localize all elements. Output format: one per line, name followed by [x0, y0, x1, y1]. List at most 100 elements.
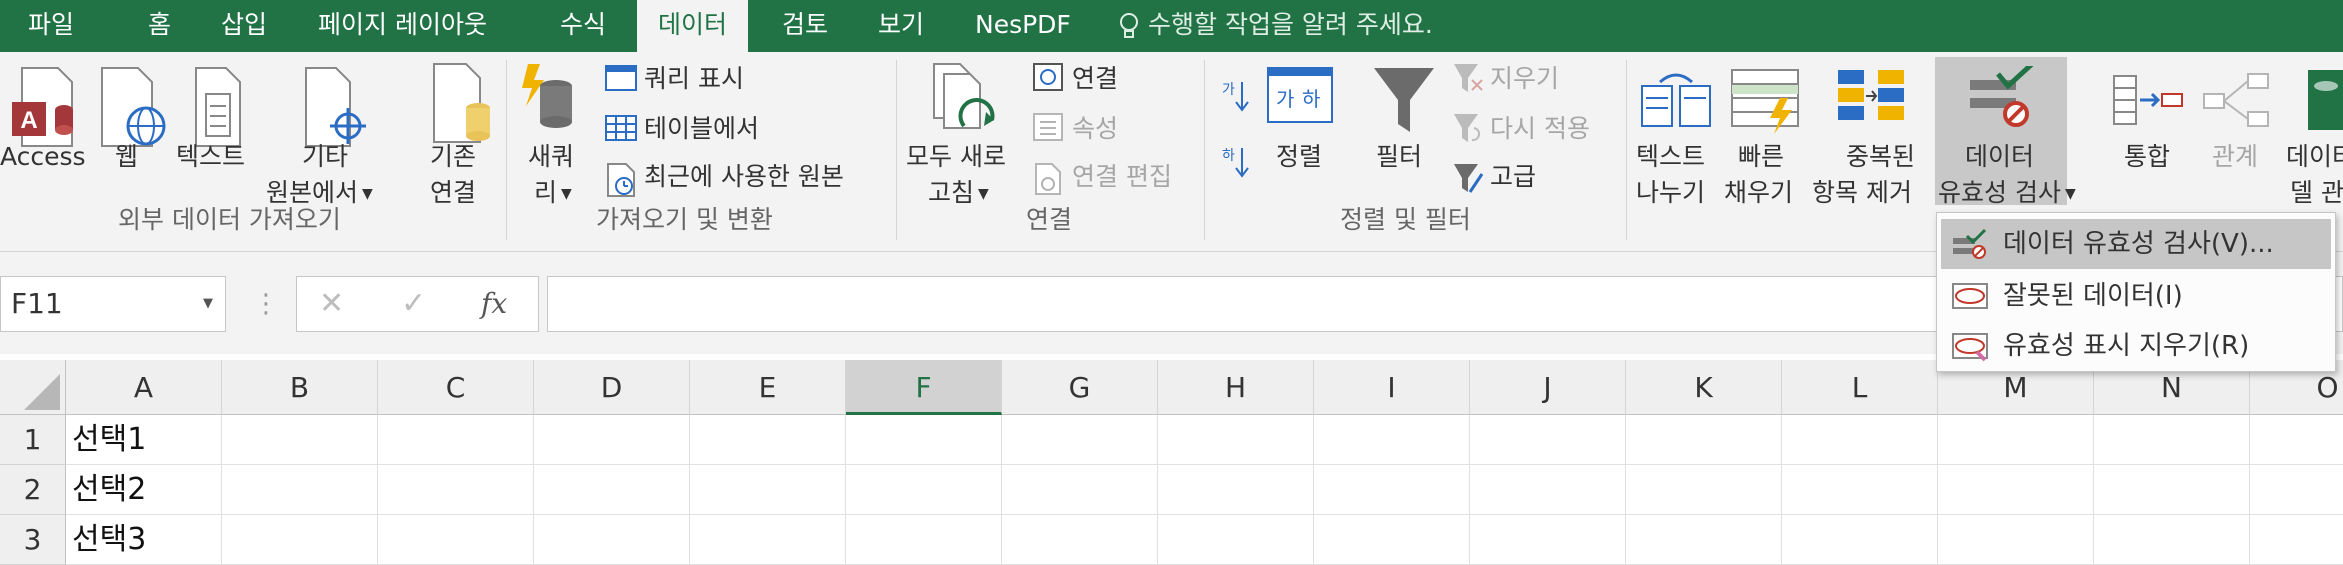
recent-sources-icon [607, 163, 635, 197]
flash-fill-label-2[interactable]: 채우기 [1724, 176, 1793, 209]
column-header-j[interactable]: J [1470, 360, 1626, 415]
column-header-g[interactable]: G [1002, 360, 1158, 415]
row-header-2[interactable]: 2 [0, 465, 66, 515]
menu-item-clear-validation-circles[interactable]: 유효성 표시 지우기(R) [1941, 321, 2331, 371]
column-header-h[interactable]: H [1158, 360, 1314, 415]
text-button[interactable]: 텍스트 [176, 140, 245, 173]
gridline-vertical [1781, 415, 1782, 565]
recent-sources-button[interactable]: 최근에 사용한 원본 [644, 160, 844, 193]
chevron-down-icon[interactable]: ▼ [203, 277, 213, 331]
web-button[interactable]: 웹 [115, 140, 138, 173]
tab-review[interactable]: 검토 [782, 0, 828, 52]
data-validation-label-1[interactable]: 데이터 [1965, 140, 2034, 173]
caret-down-icon: ▼ [561, 185, 572, 202]
reapply-icon [1454, 114, 1481, 142]
column-header-e[interactable]: E [690, 360, 846, 415]
gridline-vertical [2093, 415, 2094, 565]
from-table-icon [605, 115, 637, 141]
reapply-button[interactable]: 다시 적용 [1490, 112, 1590, 145]
column-header-c[interactable]: C [378, 360, 534, 415]
flash-fill-label-1[interactable]: 빠른 [1738, 140, 1784, 173]
refresh-all-label-1[interactable]: 모두 새로 [906, 140, 1006, 173]
group-connections: 연결 [1026, 205, 1073, 234]
existing-connections-label-1[interactable]: 기존 [430, 140, 476, 173]
new-query-label-2: 리 [534, 178, 558, 207]
tab-file[interactable]: 파일 [28, 0, 74, 52]
connections-button[interactable]: 연결 [1072, 62, 1118, 95]
refresh-all-icon [933, 63, 995, 129]
remove-duplicates-label-2[interactable]: 항목 제거 [1812, 176, 1912, 209]
cell-a2[interactable]: 선택2 [72, 465, 146, 515]
name-box[interactable]: F11 ▼ [0, 276, 226, 332]
new-query-label-1[interactable]: 새쿼 [528, 140, 574, 173]
clear-filter-button[interactable]: 지우기 [1490, 62, 1559, 95]
svg-text:하: 하 [1302, 87, 1320, 111]
group-divider [1626, 60, 1627, 240]
menu-item-label: 잘못된 데이터(I) [2003, 281, 2183, 311]
menu-item-data-validation[interactable]: 데이터 유효성 검사(V)... [1941, 219, 2331, 269]
vertical-dots-icon[interactable]: ⋮ [253, 276, 279, 332]
tab-formulas[interactable]: 수식 [560, 0, 606, 52]
consolidate-button[interactable]: 통합 [2124, 140, 2170, 173]
show-queries-icon [605, 65, 637, 91]
enter-check-icon[interactable]: ✓ [401, 277, 426, 331]
tab-insert[interactable]: 삽입 [221, 0, 267, 52]
tab-page-layout[interactable]: 페이지 레이아웃 [318, 0, 487, 52]
tab-view[interactable]: 보기 [878, 0, 924, 52]
column-header-f[interactable]: F [846, 360, 1002, 415]
data-model-label-1[interactable]: 데이터 [2286, 140, 2343, 173]
filter-button[interactable]: 필터 [1376, 140, 1422, 173]
gridline-vertical [1157, 415, 1158, 565]
sort-button[interactable]: 정렬 [1276, 140, 1322, 173]
group-get-external-data: 외부 데이터 가져오기 [118, 205, 341, 234]
tab-data[interactable]: 데이터 [637, 0, 749, 52]
connections-icon [1033, 63, 1063, 91]
remove-duplicates-label-1[interactable]: 중복된 [1846, 140, 1915, 173]
group-divider [896, 60, 897, 240]
advanced-filter-button[interactable]: 고급 [1490, 160, 1536, 193]
menu-item-circle-invalid-data[interactable]: 잘못된 데이터(I) [1941, 271, 2331, 321]
other-sources-label-1[interactable]: 기타 [302, 140, 348, 173]
text-to-columns-label-2[interactable]: 나누기 [1636, 176, 1705, 209]
data-validation-label-2: 유효성 검사 [1938, 178, 2061, 207]
select-all-corner[interactable] [0, 360, 66, 415]
data-model-label-2[interactable]: 델 관 [2290, 176, 2343, 209]
column-header-l[interactable]: L [1782, 360, 1938, 415]
column-header-a[interactable]: A [66, 360, 222, 415]
data-validation-button[interactable]: 유효성 검사 ▼ [1938, 176, 2076, 211]
new-query-icon [522, 64, 572, 128]
edit-links-icon [1035, 163, 1061, 195]
data-validation-icon [1970, 66, 2034, 127]
column-header-i[interactable]: I [1314, 360, 1470, 415]
tab-nespdf[interactable]: NesPDF [975, 0, 1071, 52]
show-queries-button[interactable]: 쿼리 표시 [644, 62, 744, 95]
svg-text:가: 가 [1276, 87, 1294, 111]
existing-connections-label-2[interactable]: 연결 [430, 176, 476, 209]
gridline-vertical [1937, 415, 1938, 565]
relationships-button[interactable]: 관계 [2212, 140, 2258, 173]
column-header-d[interactable]: D [534, 360, 690, 415]
tab-home[interactable]: 홈 [148, 0, 171, 52]
column-header-b[interactable]: B [222, 360, 378, 415]
refresh-all-label-2: 고침 [928, 178, 975, 207]
menu-item-label: 유효성 표시 지우기(R) [2003, 331, 2250, 361]
cell-a1[interactable]: 선택1 [72, 415, 146, 465]
tell-me-search[interactable]: 수행할 작업을 알려 주세요. [1118, 0, 1433, 52]
refresh-all-button[interactable]: 고침 ▼ [928, 176, 989, 211]
row-header-3[interactable]: 3 [0, 515, 66, 565]
edit-links-button[interactable]: 연결 편집 [1072, 160, 1172, 193]
insert-function-button[interactable]: fx [481, 277, 507, 331]
tell-me-text: 수행할 작업을 알려 주세요. [1148, 10, 1433, 39]
new-query-button[interactable]: 리 ▼ [534, 176, 572, 211]
text-to-columns-label-1[interactable]: 텍스트 [1636, 140, 1705, 173]
column-header-k[interactable]: K [1626, 360, 1782, 415]
from-table-button[interactable]: 테이블에서 [644, 112, 759, 145]
properties-button[interactable]: 속성 [1072, 112, 1118, 145]
cell-a3[interactable]: 선택3 [72, 515, 146, 565]
clear-filter-icon [1454, 64, 1483, 92]
row-header-1[interactable]: 1 [0, 415, 66, 465]
cancel-icon[interactable]: ✕ [319, 277, 344, 331]
svg-text:A: A [20, 107, 37, 134]
access-button[interactable]: Access [0, 140, 86, 173]
svg-text:가: 가 [1222, 82, 1235, 98]
